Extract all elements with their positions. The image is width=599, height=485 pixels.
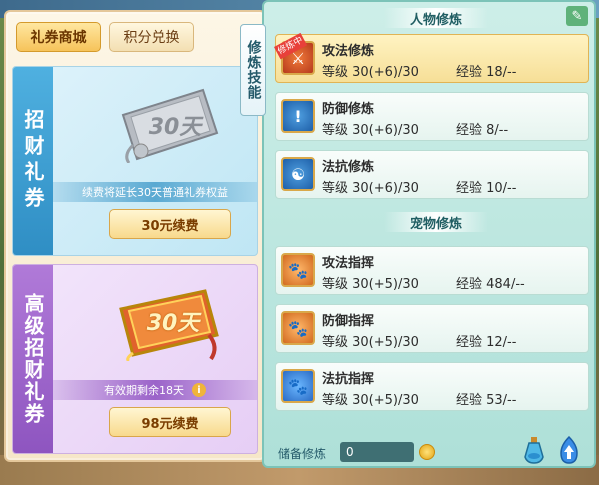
character-training-title: 人物修炼 xyxy=(384,8,488,28)
skill-name: 攻法修炼 xyxy=(322,44,375,59)
renew-30-button[interactable]: 30元续费 xyxy=(109,209,231,239)
potion-icon[interactable] xyxy=(522,436,546,464)
renew-98-button[interactable]: 98元续费 xyxy=(109,407,231,437)
card-description: 续费将延长30天普通礼券权益 xyxy=(53,182,257,202)
shop-tabs: 礼券商城 积分兑换 xyxy=(16,22,194,52)
training-panel: 人物修炼 ✎ ⚔ 修炼中 攻法修炼 等级 30(+6)/30 经验 18/-- … xyxy=(262,0,596,468)
skill-level: 等级 30(+6)/30 xyxy=(322,65,419,80)
magic-resist-icon: ☯ xyxy=(281,157,315,191)
skill-level: 等级 30(+5)/30 xyxy=(322,277,419,292)
skill-exp: 经验 10/-- xyxy=(456,181,517,196)
skill-exp: 经验 18/-- xyxy=(456,65,517,80)
premium-coupon-label: 高级招财礼券 xyxy=(13,265,53,453)
skill-name: 攻法指挥 xyxy=(322,256,375,271)
coin-icon[interactable] xyxy=(419,444,435,460)
pet-resist-icon: 🐾 xyxy=(281,369,315,403)
fortune-coupon-label: 招财礼券 xyxy=(13,67,53,255)
defense-icon: ! xyxy=(281,99,315,133)
side-tab-label: 修炼技能 xyxy=(245,40,262,100)
coupon-shop-panel: 礼券商城 积分兑换 招财礼券 30天 续费将延长30天普通礼券权益 30元续费 … xyxy=(4,10,266,462)
pet-training-title: 宠物修炼 xyxy=(384,212,488,232)
info-icon[interactable]: i xyxy=(192,383,206,397)
tab-coupon-mall[interactable]: 礼券商城 xyxy=(16,22,101,52)
validity-text: 有效期剩余18天 xyxy=(104,384,184,397)
reserve-training-field[interactable]: 0 xyxy=(340,442,414,462)
card-description: 有效期剩余18天 i xyxy=(53,380,257,400)
skill-level: 等级 30(+6)/30 xyxy=(322,123,419,138)
edit-icon[interactable]: ✎ xyxy=(566,6,588,26)
skill-row[interactable]: ⚔ 修炼中 攻法修炼 等级 30(+6)/30 经验 18/-- xyxy=(274,32,589,83)
skill-row[interactable]: 🐾 法抗指挥 等级 30(+5)/30 经验 53/-- xyxy=(275,362,589,411)
skill-row[interactable]: 🐾 攻法指挥 等级 30(+5)/30 经验 484/-- xyxy=(275,246,589,295)
flame-icon[interactable] xyxy=(556,436,582,464)
skill-row[interactable]: ☯ 法抗修炼 等级 30(+6)/30 经验 10/-- xyxy=(275,150,589,199)
skill-name: 法抗修炼 xyxy=(322,160,375,175)
ticket-text: 30天 xyxy=(146,311,200,336)
skill-level: 等级 30(+5)/30 xyxy=(322,393,419,408)
skill-level: 等级 30(+5)/30 xyxy=(322,335,419,350)
training-skill-tab[interactable]: 修炼技能 xyxy=(240,24,266,116)
skill-exp: 经验 8/-- xyxy=(456,123,509,138)
ticket-text: 30天 xyxy=(148,115,202,140)
tab-points-exchange[interactable]: 积分兑换 xyxy=(109,22,194,52)
skill-name: 防御指挥 xyxy=(322,314,375,329)
card-side-text: 高级招财礼券 xyxy=(21,293,45,425)
premium-fortune-coupon-card: 高级招财礼券 30天 有效期剩余18天 i 98元续费 xyxy=(12,264,258,454)
skill-exp: 经验 53/-- xyxy=(456,393,517,408)
skill-level: 等级 30(+6)/30 xyxy=(322,181,419,196)
skill-row[interactable]: 🐾 防御指挥 等级 30(+5)/30 经验 12/-- xyxy=(275,304,589,353)
skill-exp: 经验 12/-- xyxy=(456,335,517,350)
fortune-coupon-card: 招财礼券 30天 续费将延长30天普通礼券权益 30元续费 xyxy=(12,66,258,256)
pet-attack-icon: 🐾 xyxy=(281,253,315,287)
card-side-text: 招财礼券 xyxy=(21,109,45,213)
skill-name: 法抗指挥 xyxy=(322,372,375,387)
reserve-training-label: 储备修炼 xyxy=(278,447,327,461)
skill-exp: 经验 484/-- xyxy=(456,277,525,292)
pet-defense-icon: 🐾 xyxy=(281,311,315,345)
skill-row[interactable]: ! 防御修炼 等级 30(+6)/30 经验 8/-- xyxy=(275,92,589,141)
skill-name: 防御修炼 xyxy=(322,102,375,117)
